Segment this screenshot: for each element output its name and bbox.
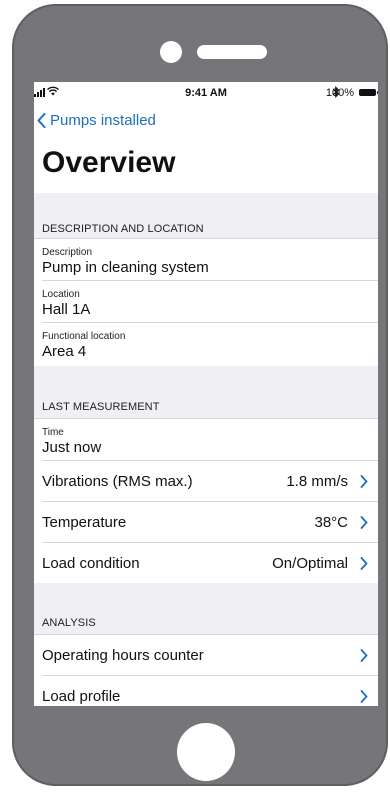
load-profile-row[interactable]: Load profile (34, 676, 378, 706)
camera-icon (160, 41, 182, 63)
battery-icon (359, 89, 378, 96)
time-cell: Time Just now (34, 419, 378, 460)
section-description: DESCRIPTION AND LOCATION (34, 193, 378, 239)
functional-location-cell: Functional location Area 4 (34, 323, 378, 366)
section-analysis: ANALYSIS (34, 583, 378, 634)
temperature-value: 38°C (314, 514, 348, 531)
location-cell: Location Hall 1A (34, 281, 378, 322)
location-label: Location (42, 289, 80, 300)
load-profile-label: Load profile (42, 688, 121, 705)
location-value: Hall 1A (42, 301, 91, 318)
description-label: Description (42, 247, 93, 258)
section-header-analysis: ANALYSIS (42, 617, 96, 629)
app-screen: 9:41 AM 100% Pumps installed Overview DE… (34, 82, 378, 706)
home-button[interactable] (177, 723, 235, 781)
status-bar: 9:41 AM 100% (34, 82, 378, 106)
description-cell: Description Pump in cleaning system (34, 239, 378, 280)
chevron-right-icon (360, 690, 368, 703)
operating-hours-row[interactable]: Operating hours counter (34, 635, 378, 675)
section-header-measurement: LAST MEASUREMENT (42, 401, 160, 413)
chevron-right-icon (360, 475, 368, 488)
vibrations-row[interactable]: Vibrations (RMS max.) 1.8 mm/s (34, 461, 378, 501)
chevron-right-icon (360, 516, 368, 529)
temperature-row[interactable]: Temperature 38°C (34, 502, 378, 542)
vibrations-value: 1.8 mm/s (286, 473, 348, 490)
section-measurement: LAST MEASUREMENT (34, 366, 378, 418)
speaker-grille (197, 45, 267, 59)
chevron-right-icon (360, 649, 368, 662)
vibrations-label: Vibrations (RMS max.) (42, 473, 193, 490)
functional-location-label: Functional location (42, 331, 126, 342)
chevron-right-icon (360, 557, 368, 570)
time-label: Time (42, 427, 64, 438)
load-condition-row[interactable]: Load condition On/Optimal (34, 543, 378, 583)
back-button-label: Pumps installed (50, 112, 156, 129)
description-value: Pump in cleaning system (42, 259, 209, 276)
load-condition-value: On/Optimal (272, 555, 348, 572)
load-condition-label: Load condition (42, 555, 140, 572)
back-button[interactable]: Pumps installed (37, 112, 156, 129)
section-header-description: DESCRIPTION AND LOCATION (42, 223, 204, 235)
page-title: Overview (42, 146, 176, 179)
functional-location-value: Area 4 (42, 343, 87, 360)
time-value: Just now (42, 439, 102, 456)
battery-percentage: 100% (325, 87, 354, 99)
operating-hours-label: Operating hours counter (42, 647, 204, 664)
temperature-label: Temperature (42, 514, 127, 531)
chevron-left-icon (37, 113, 46, 128)
